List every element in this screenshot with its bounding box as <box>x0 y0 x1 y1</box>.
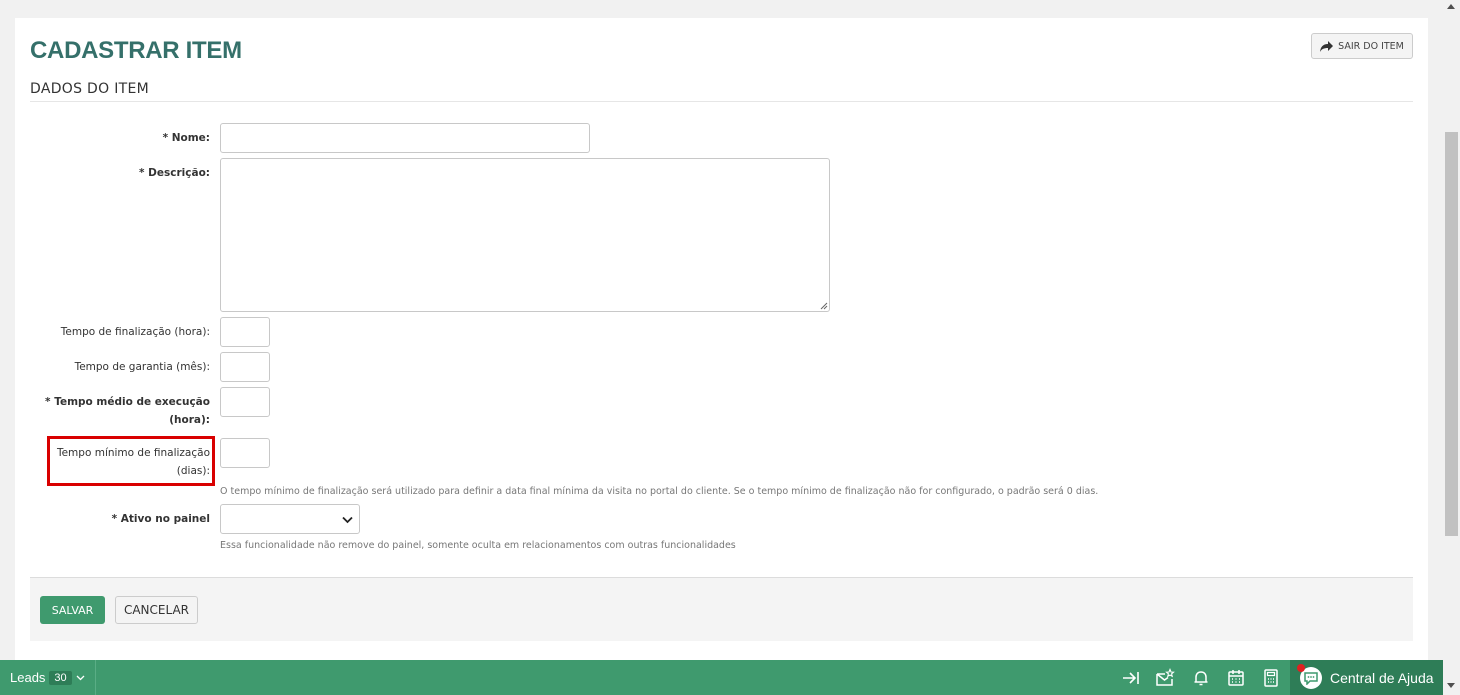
main-panel: CADASTRAR ITEM SAIR DO ITEM DADOS DO ITE… <box>15 18 1428 660</box>
share-arrow-icon <box>1320 40 1334 52</box>
tempo-finalizacao-label: Tempo de finalização (hora): <box>60 326 210 338</box>
leads-label: Leads <box>10 670 46 685</box>
tempo-medio-label-line1: * Tempo médio de execução <box>45 396 210 408</box>
scroll-down-arrow-icon[interactable] <box>1447 683 1455 688</box>
calendar-icon[interactable] <box>1226 668 1246 688</box>
bottom-bar: Leads 30 Central de Ajuda <box>0 660 1443 695</box>
section-divider <box>30 101 1413 102</box>
page-scrollbar[interactable] <box>1443 0 1460 695</box>
exit-item-label: SAIR DO ITEM <box>1338 40 1404 52</box>
tempo-medio-input[interactable] <box>220 387 270 417</box>
chevron-down-icon <box>342 516 353 524</box>
tempo-finalizacao-input[interactable] <box>220 317 270 347</box>
calculator-icon[interactable] <box>1261 668 1281 688</box>
tempo-minimo-hint: O tempo mínimo de finalização será utili… <box>220 486 1099 497</box>
nome-label: * Nome: <box>162 132 210 144</box>
chat-icon <box>1297 663 1322 689</box>
descricao-label: * Descrição: <box>139 167 210 179</box>
mail-star-icon[interactable] <box>1155 668 1175 688</box>
chevron-down-icon <box>76 675 85 680</box>
ativo-select[interactable] <box>220 504 360 534</box>
tempo-garantia-label: Tempo de garantia (mês): <box>74 361 210 373</box>
highlight-box <box>47 436 215 486</box>
bell-icon[interactable] <box>1191 668 1211 688</box>
resize-grip-icon[interactable] <box>820 302 828 310</box>
tempo-minimo-input[interactable] <box>220 438 270 468</box>
leads-count-badge: 30 <box>49 670 72 685</box>
cancel-button[interactable]: CANCELAR <box>115 596 198 624</box>
nome-input[interactable] <box>220 123 590 153</box>
help-center-label: Central de Ajuda <box>1330 669 1434 686</box>
ativo-hint: Essa funcionalidade não remove do painel… <box>220 540 736 551</box>
exit-item-button[interactable]: SAIR DO ITEM <box>1311 33 1413 59</box>
page-title: CADASTRAR ITEM <box>30 37 242 64</box>
tempo-medio-label-line2: (hora): <box>169 414 210 426</box>
help-center-button[interactable]: Central de Ajuda <box>1290 660 1443 695</box>
tempo-garantia-input[interactable] <box>220 352 270 382</box>
scroll-up-arrow-icon[interactable] <box>1447 4 1455 9</box>
descricao-textarea[interactable] <box>220 158 830 312</box>
collapse-right-icon[interactable] <box>1121 668 1141 688</box>
save-button[interactable]: SALVAR <box>40 596 105 624</box>
ativo-label: * Ativo no painel <box>111 513 210 525</box>
form-actions: SALVAR CANCELAR <box>30 577 1413 641</box>
tempo-medio-label: * Tempo médio de execução (hora): <box>45 393 210 429</box>
leads-button[interactable]: Leads 30 <box>10 660 85 695</box>
section-title: DADOS DO ITEM <box>30 81 150 97</box>
bar-divider <box>95 660 96 695</box>
scroll-thumb[interactable] <box>1445 132 1458 536</box>
